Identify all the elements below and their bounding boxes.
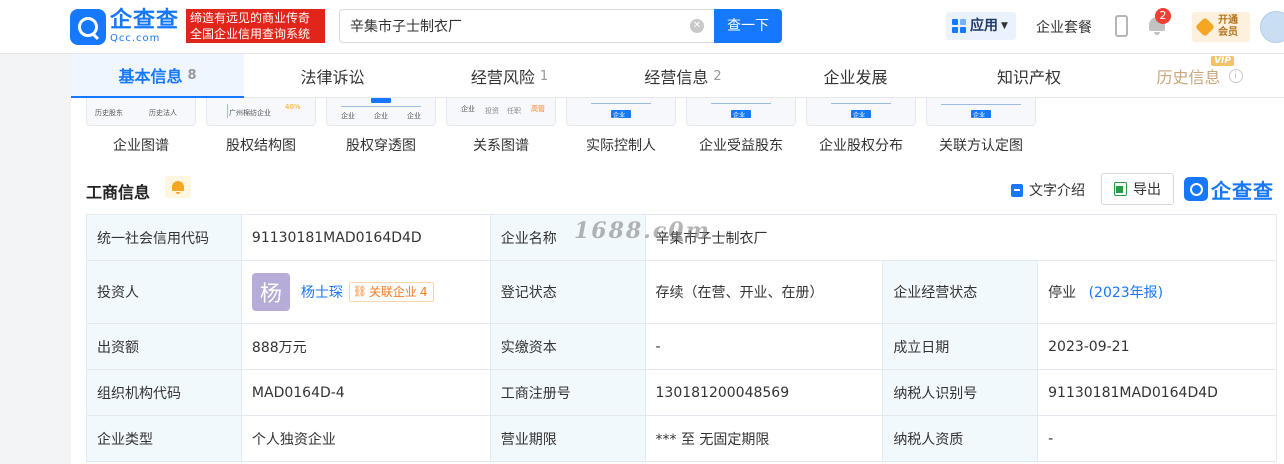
- investor-label: 投资人: [86, 260, 242, 324]
- investor-avatar[interactable]: 杨: [251, 273, 290, 311]
- tab-legal[interactable]: 法律诉讼: [244, 54, 421, 98]
- top-header: 企查查 Qcc.com 缔造有远见的商业传奇 全国企业信用查询系统 ✕ 查一下 …: [0, 0, 1284, 54]
- diagram-thumbnail: 企业: [566, 98, 676, 126]
- section-title: 工商信息: [86, 183, 151, 202]
- operating-status-label: 企业经营状态: [882, 260, 1039, 324]
- paid-capital-value: -: [644, 323, 884, 370]
- diagram-thumbnail: 企业: [806, 98, 916, 126]
- excel-icon: [1114, 182, 1127, 196]
- diagram-thumbnail: 广州棉纺企业 40%: [206, 98, 316, 126]
- diagram-equity-distribution[interactable]: 企业 企业股权分布: [806, 98, 916, 155]
- vip-diamond-icon: [1195, 17, 1215, 37]
- credit-code-label: 统一社会信用代码: [86, 214, 242, 261]
- tab-basic-info[interactable]: 基本信息 8: [71, 54, 244, 98]
- slogan-line-2: 全国企业信用查询系统: [190, 27, 311, 41]
- org-code-label: 组织机构代码: [86, 369, 242, 416]
- table-row: 投资人 杨 杨士琛 ⛓ 关联企业 4 登记状态 存续（在营、开业、在册） 企业经…: [86, 260, 1277, 324]
- clear-icon[interactable]: ✕: [690, 19, 704, 33]
- logo-title: 企查查: [110, 8, 180, 33]
- vip-label: 开通会员: [1218, 15, 1238, 38]
- investor-name-link[interactable]: 杨士琛: [301, 282, 343, 302]
- apps-label: 应用: [970, 18, 998, 34]
- table-row: 出资额 888万元 实缴资本 - 成立日期 2023-09-21: [86, 323, 1277, 370]
- document-icon: [1011, 183, 1023, 197]
- vip-tag: VIP: [1211, 56, 1234, 66]
- chevron-down-icon: ▼: [1001, 21, 1008, 31]
- taxpayer-id-value: 91130181MAD0164D4D: [1037, 369, 1277, 416]
- paid-capital-label: 实缴资本: [489, 323, 646, 370]
- diagram-shortcuts: 历史股东 历史法人 企业图谱 广州棉纺企业 40% 股权结构图 企业 企业 企业…: [71, 98, 1284, 178]
- notification-badge: 2: [1155, 8, 1171, 24]
- company-detail-panel: 基本信息 8 法律诉讼 经营风险 1 经营信息 2 企业发展 知识产权 历史信息 i …: [71, 54, 1284, 464]
- diagram-thumbnail: 企业 投资 任职 高管: [446, 98, 556, 126]
- enterprise-suite-link[interactable]: 企业套餐: [1036, 17, 1092, 37]
- business-term-value: *** 至 无固定期限: [644, 415, 884, 462]
- qcc-brand-mark: 企查查: [1184, 173, 1274, 205]
- tab-operation[interactable]: 经营信息 2: [598, 54, 768, 98]
- search-input[interactable]: [350, 10, 680, 42]
- annual-report-link[interactable]: (2023年报): [1089, 285, 1164, 301]
- export-button[interactable]: 导出: [1101, 173, 1174, 205]
- search-box: ✕: [339, 9, 715, 43]
- business-info-table: 统一社会信用代码 91130181MAD0164D4D 企业名称 辛集市子士制衣…: [86, 214, 1277, 462]
- diagram-relationship[interactable]: 企业 投资 任职 高管 关系图谱: [446, 98, 556, 155]
- info-icon: i: [1228, 69, 1243, 83]
- tab-risk[interactable]: 经营风险 1: [421, 54, 598, 98]
- mobile-phone-icon[interactable]: [1115, 15, 1128, 37]
- table-row: 企业类型 个人独资企业 营业期限 *** 至 无固定期限 纳税人资质 -: [86, 415, 1277, 462]
- diagram-thumbnail: 企业: [926, 98, 1036, 126]
- org-code-value: MAD0164D-4: [240, 369, 491, 416]
- diagram-related-party[interactable]: 企业 关联方认定图: [926, 98, 1036, 155]
- user-avatar[interactable]: [1260, 11, 1284, 43]
- slogan-banner: 缔造有远见的商业传奇 全国企业信用查询系统: [186, 9, 325, 43]
- taxpayer-qualification-value: -: [1037, 415, 1277, 462]
- business-term-label: 营业期限: [489, 415, 646, 462]
- registration-number-value: 130181200048569: [644, 369, 884, 416]
- qcc-logo-icon: [1184, 177, 1208, 201]
- diagram-enterprise-graph[interactable]: 历史股东 历史法人 企业图谱: [86, 98, 196, 155]
- search-button[interactable]: 查一下: [714, 9, 782, 43]
- established-date-value: 2023-09-21: [1037, 323, 1277, 370]
- company-name-label: 企业名称: [489, 214, 646, 261]
- open-vip-button[interactable]: 开通会员: [1192, 12, 1250, 42]
- company-type-value: 个人独资企业: [240, 415, 491, 462]
- table-row: 统一社会信用代码 91130181MAD0164D4D 企业名称 辛集市子士制衣…: [86, 214, 1277, 261]
- diagram-thumbnail: 企业 企业 企业: [326, 98, 436, 126]
- operating-status-value: 停业: [1048, 285, 1077, 301]
- tab-development[interactable]: 企业发展: [768, 54, 943, 98]
- diagram-thumbnail: 历史股东 历史法人: [86, 98, 196, 126]
- text-intro-link[interactable]: 文字介绍: [1011, 180, 1085, 200]
- slogan-line-1: 缔造有远见的商业传奇: [190, 11, 311, 25]
- logo-domain: Qcc.com: [110, 33, 161, 44]
- established-date-label: 成立日期: [882, 323, 1039, 370]
- table-row: 组织机构代码 MAD0164D-4 工商注册号 130181200048569 …: [86, 369, 1277, 416]
- relation-icon: ⛓: [352, 285, 367, 298]
- company-name-value: 辛集市子士制衣厂: [644, 214, 1277, 261]
- diagram-equity-penetration[interactable]: 企业 企业 企业 股权穿透图: [326, 98, 436, 155]
- company-tabs: 基本信息 8 法律诉讼 经营风险 1 经营信息 2 企业发展 知识产权 历史信息 i …: [71, 54, 1284, 98]
- apps-menu-button[interactable]: 应用 ▼: [946, 12, 1016, 40]
- operating-status-cell: 停业 (2023年报): [1037, 260, 1277, 324]
- registration-number-label: 工商注册号: [489, 369, 646, 416]
- diagram-equity-structure[interactable]: 广州棉纺企业 40% 股权结构图: [206, 98, 316, 155]
- tab-ip[interactable]: 知识产权: [943, 54, 1115, 98]
- diagram-thumbnail: 企业: [686, 98, 796, 126]
- apps-grid-icon: [952, 19, 966, 33]
- capital-value: 888万元: [240, 323, 491, 370]
- monitor-bell-icon[interactable]: [165, 176, 191, 198]
- investor-cell: 杨 杨士琛 ⛓ 关联企业 4: [240, 260, 491, 324]
- taxpayer-id-label: 纳税人识别号: [882, 369, 1039, 416]
- taxpayer-qualification-label: 纳税人资质: [882, 415, 1039, 462]
- related-companies-tag[interactable]: ⛓ 关联企业 4: [348, 282, 434, 302]
- qcc-logo[interactable]: 企查查 Qcc.com: [70, 8, 179, 46]
- registration-status-label: 登记状态: [489, 260, 646, 324]
- credit-code-value: 91130181MAD0164D4D: [240, 214, 491, 261]
- company-type-label: 企业类型: [86, 415, 242, 462]
- diagram-actual-controller[interactable]: 企业 实际控制人: [566, 98, 676, 155]
- qcc-logo-icon: [70, 9, 106, 45]
- tab-history[interactable]: 历史信息 i VIP: [1115, 54, 1284, 98]
- diagram-beneficial-owner[interactable]: 企业 企业受益股东: [686, 98, 796, 155]
- registration-status-value: 存续（在营、开业、在册）: [644, 260, 884, 324]
- capital-label: 出资额: [86, 323, 242, 370]
